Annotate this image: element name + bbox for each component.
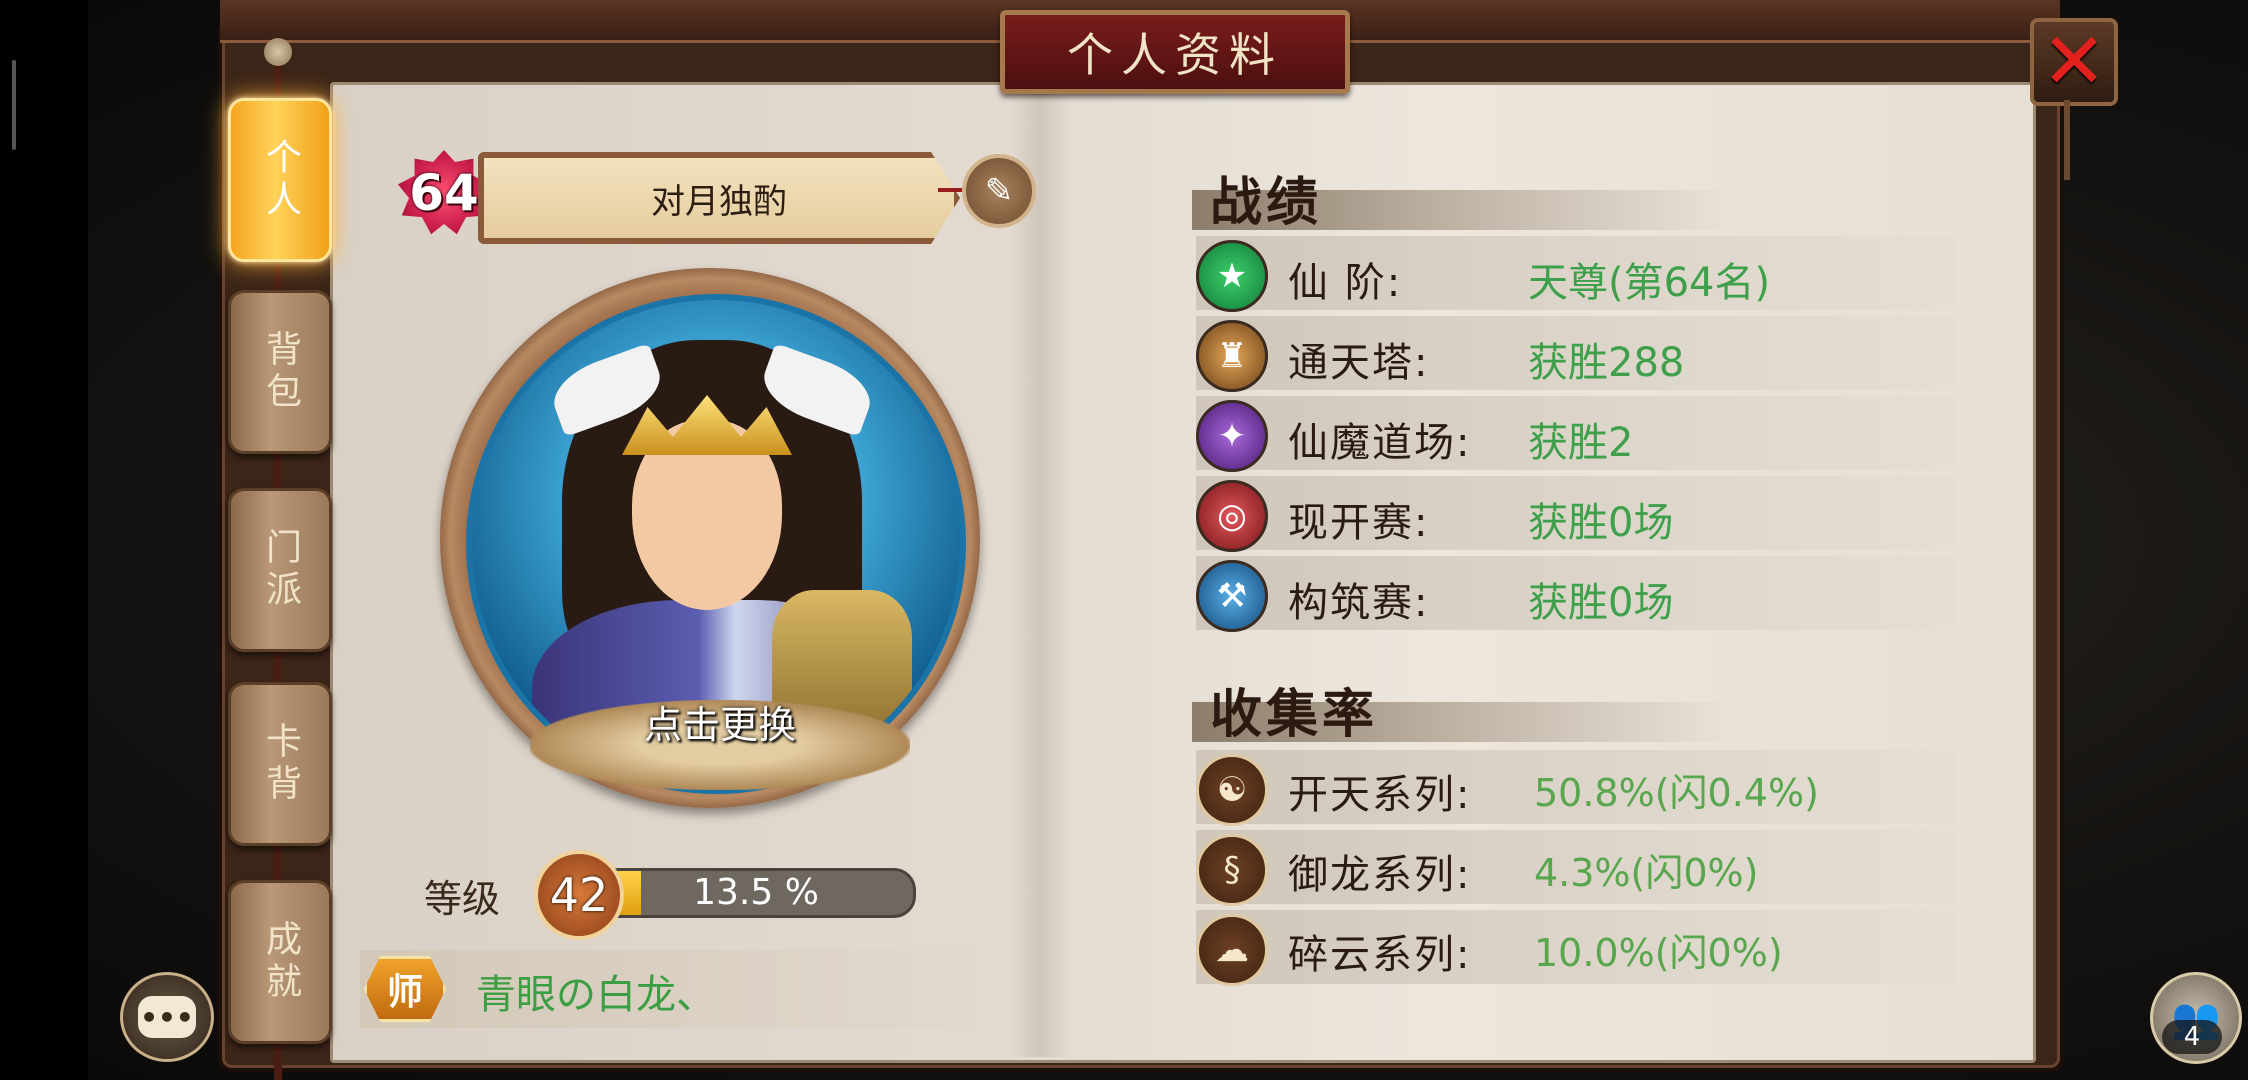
rank-level-number: 64 [409, 164, 479, 222]
star-icon: ★ [1196, 240, 1268, 312]
stat-value: 获胜288 [1528, 340, 1685, 386]
tab-label: 个人 [260, 138, 301, 222]
collection-label: 碎云系列: [1288, 932, 1472, 978]
stat-label: 构筑赛: [1288, 580, 1430, 626]
tab-label: 卡背 [260, 722, 301, 806]
tower-icon: ♜ [1196, 320, 1268, 392]
panel-divider [1010, 82, 1070, 1057]
cloud-icon: ☁ [1196, 914, 1268, 986]
tab-label: 背包 [260, 330, 301, 414]
collection-value: 10.0%(闪0%) [1534, 931, 1783, 975]
edit-name-button[interactable]: ✎ [962, 154, 1036, 228]
tab-backpack[interactable]: 背包 [228, 290, 332, 454]
record-title: 战绩 [1210, 172, 1323, 233]
target-icon: ◎ [1196, 480, 1268, 552]
close-button[interactable]: ✕ [2030, 18, 2118, 106]
stat-label: 仙 阶: [1288, 260, 1403, 306]
tab-personal[interactable]: 个人 [228, 98, 332, 262]
friends-count: 4 [2162, 1020, 2222, 1054]
player-name: 对月独酌 [478, 152, 960, 244]
tab-achievements[interactable]: 成就 [228, 880, 332, 1044]
stat-value: 获胜0场 [1528, 500, 1674, 546]
stat-label: 通天塔: [1288, 340, 1430, 386]
tab-label: 成就 [260, 920, 301, 1004]
change-avatar-button[interactable]: 点击更换 [530, 680, 910, 800]
stat-value: 获胜2 [1528, 420, 1634, 466]
demon-icon: ✦ [1196, 400, 1268, 472]
chat-icon: ••• [138, 996, 196, 1038]
change-avatar-label: 点击更换 [643, 703, 796, 747]
collection-value: 50.8%(闪0.4%) [1534, 771, 1819, 815]
collection-label: 开天系列: [1288, 772, 1472, 818]
collection-value: 4.3%(闪0%) [1534, 851, 1759, 895]
xp-percent: 13.5 % [693, 872, 819, 913]
edit-icon: ✎ [984, 171, 1014, 211]
rope-knob [264, 38, 292, 66]
left-margin [0, 0, 88, 1080]
build-icon: ⚒ [1196, 560, 1268, 632]
tab-label: 门派 [260, 528, 301, 612]
system-edge-handle [12, 60, 16, 150]
close-icon: ✕ [2041, 17, 2107, 107]
window-title: 个人资料 [1000, 10, 1350, 94]
collection-title: 收集率 [1210, 684, 1379, 745]
tab-card-back[interactable]: 卡背 [228, 682, 332, 846]
master-badge: 师 [364, 956, 446, 1022]
chat-button[interactable]: ••• [120, 972, 214, 1062]
stat-value: 天尊(第64名) [1528, 260, 1771, 306]
master-name[interactable]: 青眼の白龙、 [476, 962, 716, 1020]
dragon-icon: § [1196, 834, 1268, 906]
player-level: 42 [534, 850, 624, 940]
tassel-decoration [2064, 100, 2070, 180]
stat-label: 现开赛: [1288, 500, 1430, 546]
stat-value: 获胜0场 [1528, 580, 1674, 626]
rank-level-badge: 64 [398, 150, 490, 236]
stat-label: 仙魔道场: [1288, 420, 1472, 466]
collection-label: 御龙系列: [1288, 852, 1472, 898]
tab-sect[interactable]: 门派 [228, 488, 332, 652]
kaitian-icon: ☯ [1196, 754, 1268, 826]
level-label: 等级 [424, 877, 501, 921]
